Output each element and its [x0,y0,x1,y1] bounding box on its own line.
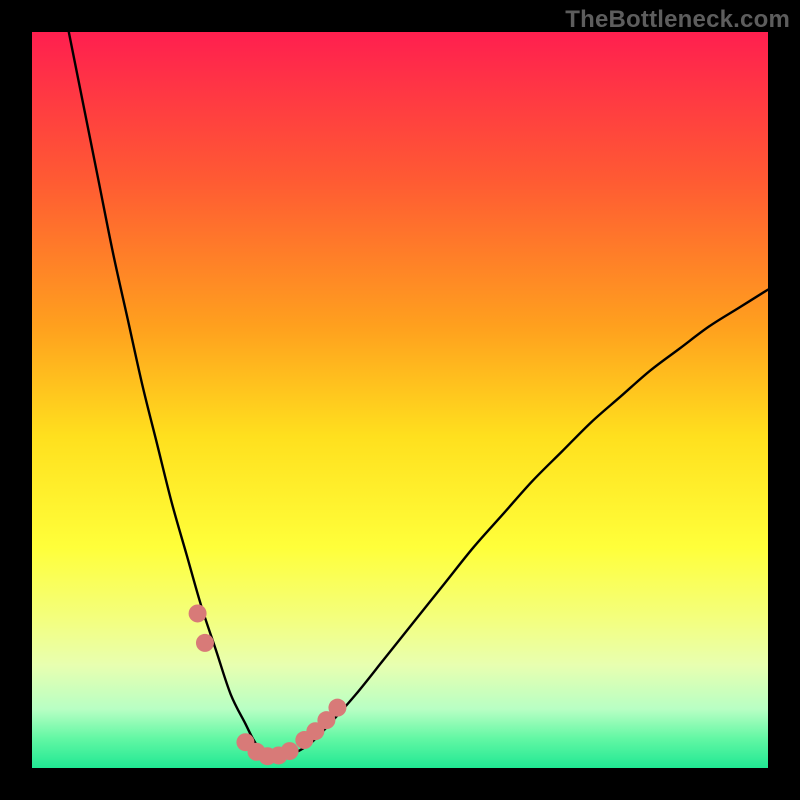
marker-dot [281,742,299,760]
chart-frame: TheBottleneck.com [0,0,800,800]
gradient-background [32,32,768,768]
marker-dot [196,634,214,652]
marker-dot [189,604,207,622]
chart-svg [32,32,768,768]
plot-area [32,32,768,768]
watermark-text: TheBottleneck.com [565,6,790,34]
marker-dot [328,699,346,717]
